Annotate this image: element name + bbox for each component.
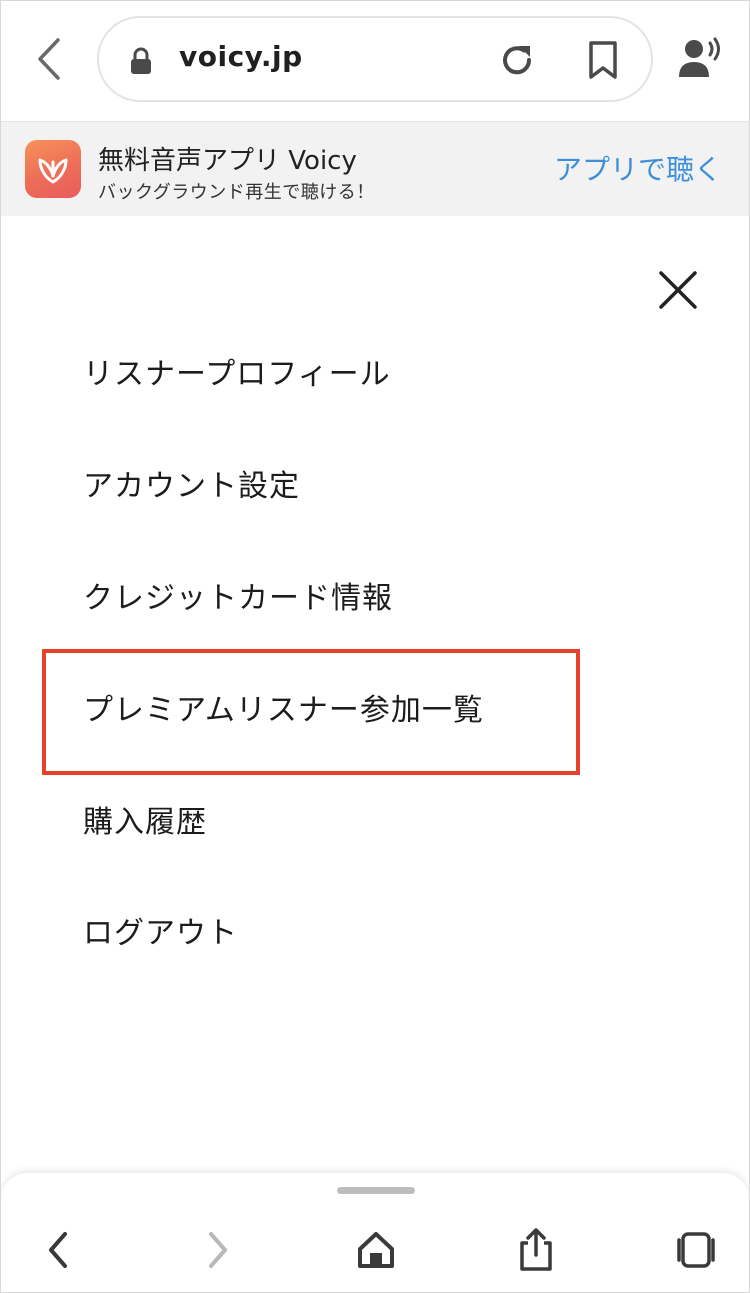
menu-item-logout[interactable]: ログアウト: [83, 904, 238, 964]
menu-item-purchase-history[interactable]: 購入履歴: [83, 793, 207, 853]
menu-item-listener-profile[interactable]: リスナープロフィール: [83, 345, 391, 405]
browser-top-bar: voicy.jp: [1, 1, 749, 122]
menu-item-credit-card[interactable]: クレジットカード情報: [83, 569, 393, 629]
back-arrow-icon[interactable]: [29, 31, 69, 87]
menu-item-account-settings[interactable]: アカウント設定: [83, 457, 300, 517]
app-promo-banner: 無料音声アプリ Voicy バックグラウンド再生で聴ける！ アプリで聴く: [1, 122, 749, 216]
tabs-icon[interactable]: [671, 1225, 721, 1275]
share-icon[interactable]: [511, 1225, 561, 1275]
url-text[interactable]: voicy.jp: [179, 40, 303, 73]
highlight-box: [42, 649, 580, 775]
drag-handle[interactable]: [337, 1187, 415, 1194]
bookmark-icon[interactable]: [585, 40, 621, 80]
banner-title: 無料音声アプリ Voicy: [98, 146, 357, 176]
home-icon[interactable]: [351, 1225, 401, 1275]
open-in-app-link[interactable]: アプリで聴く: [554, 148, 722, 188]
browser-window: voicy.jp 無料音声アプリ Voicy バックグラウンド再生で聴ける！ ア…: [0, 0, 750, 1293]
voicy-app-icon: [25, 140, 81, 198]
close-icon[interactable]: [655, 267, 701, 313]
back-icon[interactable]: [33, 1225, 83, 1275]
reload-icon[interactable]: [497, 40, 537, 80]
banner-subtitle: バックグラウンド再生で聴ける！: [98, 182, 375, 203]
browser-bottom-toolbar: [1, 1173, 749, 1292]
listen-icon[interactable]: [677, 37, 725, 81]
lock-icon: [129, 46, 153, 76]
forward-icon[interactable]: [193, 1225, 243, 1275]
address-bar[interactable]: voicy.jp: [97, 16, 653, 102]
